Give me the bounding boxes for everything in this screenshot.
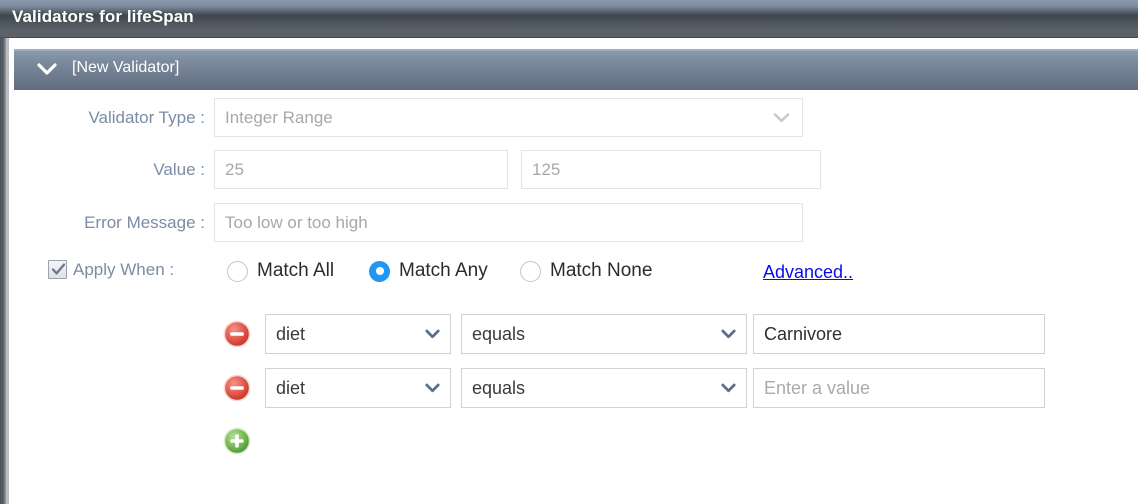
error-message-input[interactable]: Too low or too high bbox=[214, 203, 803, 242]
condition-operator-value-2: equals bbox=[472, 377, 526, 398]
condition-field-select-2[interactable]: diet bbox=[265, 368, 451, 408]
match-none-label: Match None bbox=[550, 260, 653, 281]
match-none-radio-option[interactable]: Match None bbox=[520, 260, 652, 282]
apply-when-checkbox[interactable] bbox=[48, 260, 67, 279]
validator-form: Validator Type : Integer Range Value : 2… bbox=[9, 90, 1138, 504]
match-any-radio[interactable] bbox=[369, 260, 390, 282]
chevron-down-icon bbox=[418, 329, 446, 339]
chevron-down-icon bbox=[714, 383, 742, 393]
match-none-radio[interactable] bbox=[520, 260, 541, 282]
condition-field-value-2: diet bbox=[276, 377, 306, 398]
advanced-link[interactable]: Advanced.. bbox=[763, 262, 853, 283]
match-any-label: Match Any bbox=[399, 260, 488, 281]
validator-type-value: Integer Range bbox=[225, 107, 333, 127]
plus-circle-icon[interactable] bbox=[223, 427, 251, 455]
condition-value-input-2[interactable]: Enter a value bbox=[753, 368, 1045, 408]
match-all-label: Match All bbox=[257, 260, 335, 281]
validator-type-select[interactable]: Integer Range bbox=[214, 98, 803, 137]
window-titlebar: Validators for lifeSpan bbox=[0, 0, 1138, 38]
condition-value-text-1: Carnivore bbox=[764, 323, 843, 344]
match-all-radio-option[interactable]: Match All bbox=[227, 260, 334, 282]
condition-operator-value-1: equals bbox=[472, 323, 526, 344]
value-max-input[interactable]: 125 bbox=[521, 150, 821, 189]
validator-panel-header[interactable]: [New Validator] bbox=[14, 49, 1138, 90]
condition-field-select-1[interactable]: diet bbox=[265, 314, 451, 354]
window-title: Validators for lifeSpan bbox=[12, 7, 194, 26]
condition-operator-select-1[interactable]: equals bbox=[461, 314, 747, 354]
panel-header-highlight bbox=[14, 49, 1138, 51]
chevron-down-icon bbox=[768, 112, 794, 123]
validators-window: Validators for lifeSpan [New Validator] … bbox=[0, 0, 1138, 504]
condition-value-text-2: Enter a value bbox=[764, 377, 871, 398]
value-max-text: 125 bbox=[532, 159, 561, 179]
condition-field-value-1: diet bbox=[276, 323, 306, 344]
validator-panel-title: [New Validator] bbox=[72, 59, 180, 76]
chevron-down-icon[interactable] bbox=[36, 60, 58, 78]
chevron-down-icon bbox=[418, 383, 446, 393]
minus-circle-icon[interactable] bbox=[223, 320, 251, 348]
chevron-down-icon bbox=[714, 329, 742, 339]
minus-circle-icon[interactable] bbox=[223, 374, 251, 402]
condition-operator-select-2[interactable]: equals bbox=[461, 368, 747, 408]
error-message-label: Error Message : bbox=[84, 213, 205, 232]
validator-type-label: Validator Type : bbox=[88, 108, 205, 127]
error-message-text: Too low or too high bbox=[225, 212, 368, 232]
condition-value-input-1[interactable]: Carnivore bbox=[753, 314, 1045, 354]
value-min-text: 25 bbox=[225, 159, 244, 179]
value-label: Value : bbox=[153, 160, 205, 179]
check-icon bbox=[51, 263, 66, 275]
match-any-radio-option[interactable]: Match Any bbox=[369, 260, 488, 282]
match-all-radio[interactable] bbox=[227, 260, 248, 282]
value-min-input[interactable]: 25 bbox=[214, 150, 508, 189]
apply-when-label: Apply When : bbox=[73, 260, 175, 279]
